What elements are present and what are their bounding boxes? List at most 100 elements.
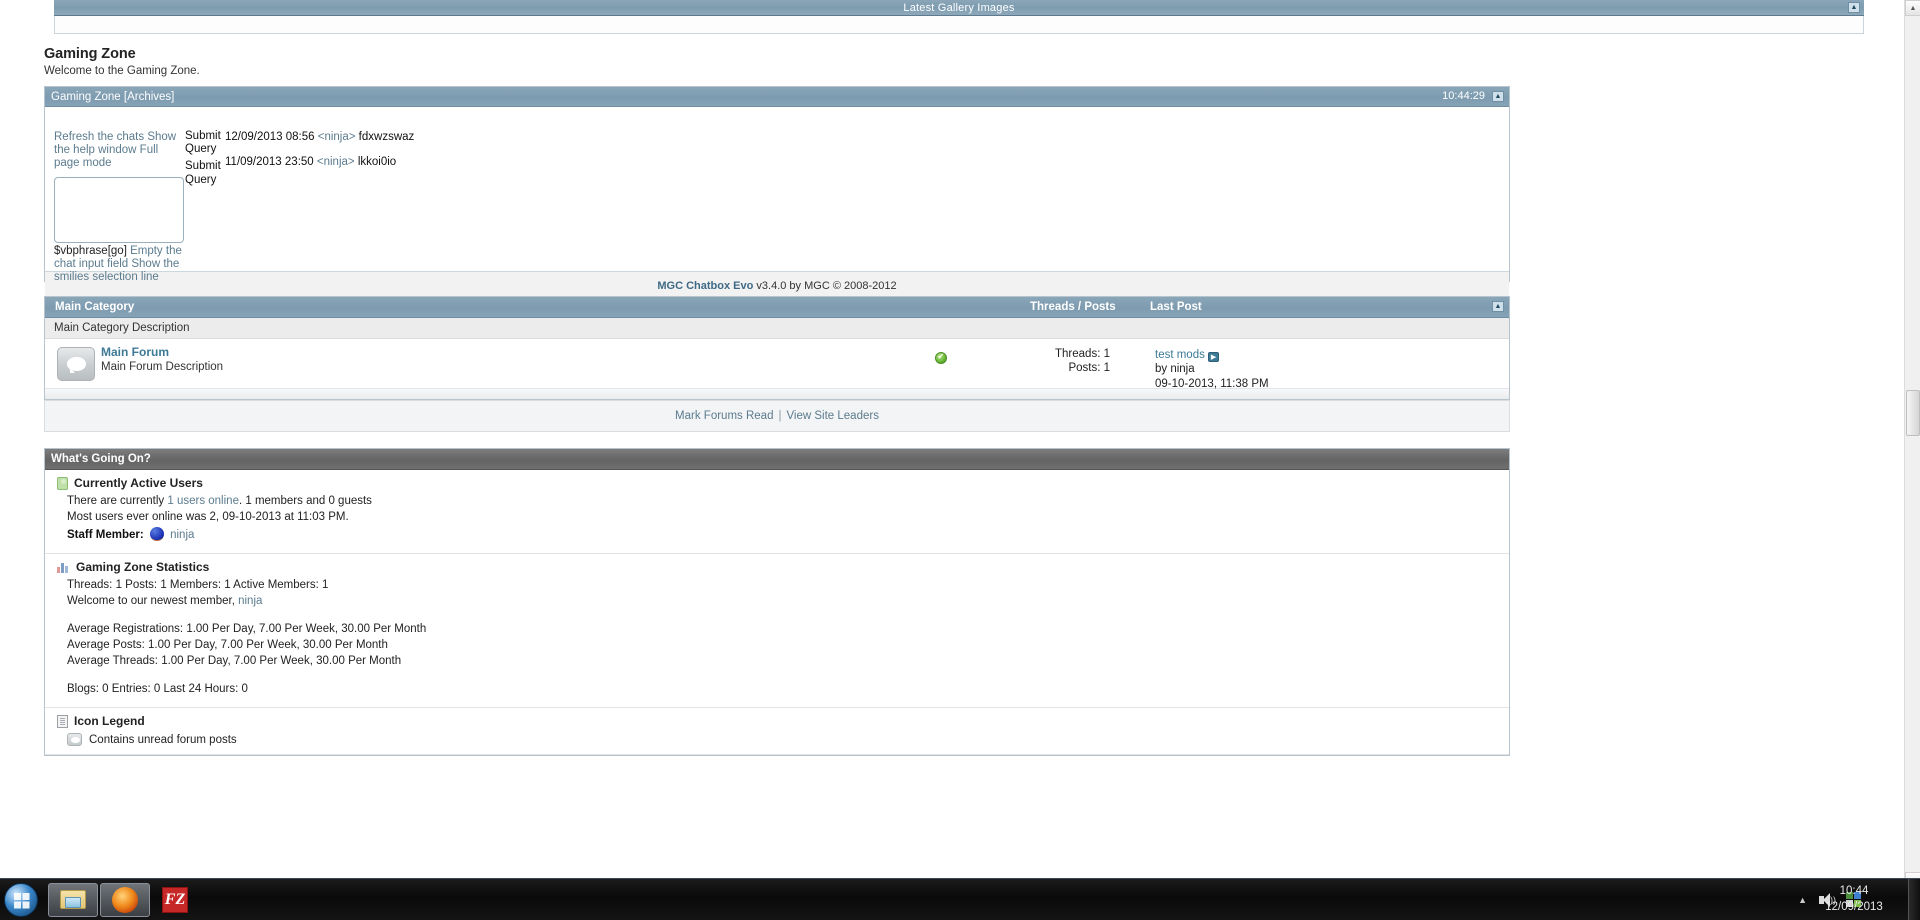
taskbar-item-file-explorer[interactable]: [48, 883, 98, 917]
filezilla-icon: FZ: [162, 887, 188, 913]
forum-status-ok-icon: [935, 352, 947, 364]
collapse-up-icon[interactable]: ▲: [1848, 2, 1860, 13]
scroll-up-arrow-icon[interactable]: ▲: [1905, 0, 1920, 16]
submit-query-button-1[interactable]: Submit Query: [185, 130, 223, 156]
chat-message-nick[interactable]: <ninja>: [318, 131, 356, 143]
chatbox-title: Gaming Zone [Archives]: [51, 90, 175, 103]
category-title[interactable]: Main Category: [51, 301, 134, 313]
folder-icon: [60, 890, 86, 910]
icon-legend-title-row: Icon Legend: [45, 714, 1509, 728]
statistics-section: Gaming Zone Statistics Threads: 1 Posts:…: [45, 554, 1509, 708]
icon-legend-title: Icon Legend: [74, 714, 145, 728]
chatbox-submit-buttons: Submit Query Submit Query: [185, 130, 223, 191]
last-post-cell: test mods ▶ by ninja 09-10-2013, 11:38 P…: [1155, 348, 1269, 391]
statistics-title: Gaming Zone Statistics: [76, 560, 210, 574]
taskbar-clock[interactable]: 10:44 12/09/2013: [1806, 883, 1902, 915]
forum-actions-bar: Mark Forums Read | View Site Leaders: [44, 400, 1510, 432]
chat-message: 11/09/2013 23:50 <ninja> lkkoi0io: [225, 156, 414, 168]
separator: |: [778, 410, 782, 422]
staff-member-line: Staff Member: ninja: [45, 527, 1509, 541]
chatbox-action-links[interactable]: Refresh the chats Show the help window F…: [54, 131, 182, 171]
firefox-icon: [112, 887, 138, 913]
collapse-up-icon[interactable]: ▲: [1492, 91, 1504, 102]
last-post-author[interactable]: by ninja: [1155, 362, 1269, 376]
forum-category-header: Main Category Threads / Posts Last Post …: [45, 297, 1509, 318]
taskbar-item-filezilla[interactable]: FZ: [150, 883, 200, 917]
column-threads-posts: Threads / Posts: [1030, 301, 1116, 313]
staff-member-name[interactable]: ninja: [170, 529, 194, 541]
active-users-title: Currently Active Users: [74, 476, 203, 490]
gallery-title: Latest Gallery Images: [903, 1, 1015, 14]
chatbox-footer-name[interactable]: MGC Chatbox Evo: [657, 280, 753, 292]
collapse-up-icon[interactable]: ▲: [1492, 301, 1504, 312]
taskbar-item-firefox[interactable]: [100, 883, 150, 917]
forum-category-block: Main Category Threads / Posts Last Post …: [44, 296, 1510, 400]
page-title-block: Gaming Zone Welcome to the Gaming Zone.: [44, 46, 200, 77]
users-online-link[interactable]: 1 users online: [167, 495, 239, 507]
forum-description: Main Forum Description: [101, 361, 224, 373]
bar-chart-icon: [57, 561, 70, 573]
last-post-title-link[interactable]: test mods: [1155, 349, 1205, 361]
users-icon: [57, 476, 68, 490]
active-users-title-row: Currently Active Users: [45, 476, 1509, 490]
gallery-body: [54, 16, 1864, 34]
unread-posts-icon: [67, 733, 82, 746]
page-subtitle: Welcome to the Gaming Zone.: [44, 65, 200, 77]
threads-count: Threads: 1: [1055, 348, 1110, 360]
chatbox-header: Gaming Zone [Archives] 10:44:29 ▲: [45, 87, 1509, 107]
forum-block-footer: [45, 389, 1509, 399]
chat-input-field[interactable]: [54, 177, 184, 243]
forum-page: Latest Gallery Images ▲ Gaming Zone Welc…: [0, 0, 1920, 920]
mark-forums-read-link[interactable]: Mark Forums Read: [675, 410, 773, 422]
forum-link[interactable]: Main Forum: [101, 345, 169, 359]
threads-posts-cell: Threads: 1 Posts: 1: [1035, 348, 1110, 376]
go-to-last-post-icon[interactable]: ▶: [1208, 352, 1220, 362]
list-item: Contains unread forum posts: [45, 733, 1509, 746]
active-users-count-line: There are currently 1 users online. 1 me…: [45, 495, 1509, 507]
chatbox-go-label: $vbphrase[go]: [54, 245, 127, 257]
statistics-counts: Threads: 1 Posts: 1 Members: 1 Active Me…: [67, 579, 329, 591]
gallery-header: Latest Gallery Images ▲: [54, 0, 1864, 16]
chat-message-text: lkkoi0io: [357, 156, 397, 168]
chat-message: 12/09/2013 08:56 <ninja> fdxwzswaz: [225, 131, 414, 143]
newest-member-prefix: Welcome to our newest member,: [67, 595, 239, 607]
forum-unread-icon: [57, 347, 95, 381]
newest-member-line: Welcome to our newest member, ninja: [45, 595, 1509, 607]
category-description: Main Category Description: [45, 318, 1509, 339]
last-post-date: 09-10-2013, 11:38 PM: [1155, 377, 1269, 390]
active-users-section: Currently Active Users There are current…: [45, 470, 1509, 554]
page-title: Gaming Zone: [44, 46, 136, 62]
chatbox-messages: 12/09/2013 08:56 <ninja> fdxwzswaz 11/09…: [225, 131, 414, 181]
latest-gallery-images-block: Latest Gallery Images ▲: [54, 0, 1864, 34]
scrollbar-thumb[interactable]: [1906, 390, 1920, 436]
table-row[interactable]: Main Forum Main Forum Description Thread…: [45, 339, 1509, 391]
chatbox-body: Refresh the chats Show the help window F…: [45, 107, 1509, 283]
average-posts: Average Posts: 1.00 Per Day, 7.00 Per We…: [67, 639, 388, 651]
chat-message-nick[interactable]: <ninja>: [317, 156, 355, 168]
show-desktop-button[interactable]: [1908, 879, 1920, 920]
windows-taskbar: FZ ▲ )) 10:44 12/09/2013: [0, 878, 1920, 920]
statistics-title-row: Gaming Zone Statistics: [45, 560, 1509, 574]
chat-message-date: 11/09/2013 23:50: [225, 156, 314, 168]
chatbox-block: Gaming Zone [Archives] 10:44:29 ▲ Refres…: [44, 86, 1510, 300]
page-scrollbar[interactable]: ▲ ▼: [1904, 0, 1920, 888]
chatbox-footer-version: v3.4.0 by MGC © 2008-2012: [756, 280, 897, 292]
avatar: [149, 527, 164, 541]
clock-date: 12/09/2013: [1825, 901, 1883, 913]
whats-going-on-header: What's Going On?: [45, 449, 1509, 470]
legend-label: Contains unread forum posts: [89, 733, 237, 746]
windows-logo-icon: [14, 893, 30, 909]
newest-member-link[interactable]: ninja: [238, 595, 262, 607]
submit-query-button-2[interactable]: Submit Query: [185, 160, 223, 186]
view-site-leaders-link[interactable]: View Site Leaders: [786, 410, 878, 422]
staff-member-label: Staff Member:: [67, 529, 144, 541]
chatbox-secondary-links[interactable]: $vbphrase[go] Empty the chat input field…: [54, 245, 184, 284]
chatbox-time: 10:44:29: [1442, 90, 1485, 102]
column-last-post: Last Post: [1150, 301, 1202, 313]
active-users-prefix: There are currently: [67, 495, 168, 507]
start-button[interactable]: [4, 883, 38, 917]
average-registrations: Average Registrations: 1.00 Per Day, 7.0…: [67, 623, 427, 635]
chat-message-text: fdxwzswaz: [358, 131, 415, 143]
chat-message-date: 12/09/2013 08:56: [225, 131, 315, 143]
active-users-suffix: . 1 members and 0 guests: [238, 495, 372, 507]
